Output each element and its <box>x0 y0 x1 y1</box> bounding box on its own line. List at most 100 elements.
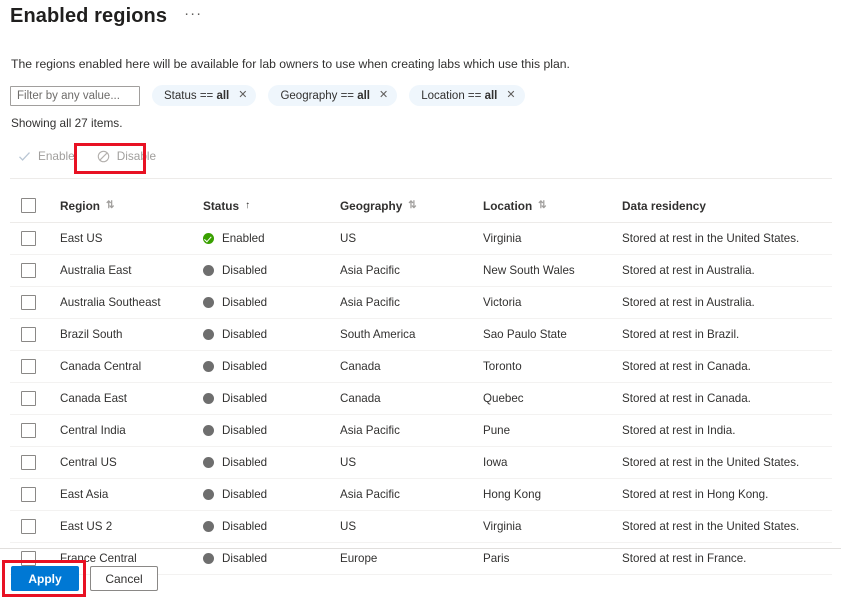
footer-separator <box>0 548 841 549</box>
filter-pill-geography-close-icon[interactable]: ✕ <box>379 90 388 101</box>
cell-data-residency: Stored at rest in India. <box>622 414 832 447</box>
select-all-checkbox[interactable] <box>21 198 36 213</box>
row-select-cell <box>10 254 60 287</box>
row-select-cell <box>10 478 60 511</box>
column-header-status[interactable]: Status ↑ <box>203 190 340 223</box>
table-header-row: Region ⇅ Status ↑ Geography ⇅ Location ⇅… <box>10 190 832 223</box>
column-header-location[interactable]: Location ⇅ <box>483 190 622 223</box>
cell-status: Disabled <box>203 286 340 319</box>
sort-icon-geography[interactable]: ⇅ <box>408 200 416 211</box>
row-checkbox[interactable] <box>21 263 36 278</box>
table-row[interactable]: Brazil South Disabled South America Sao Pau… <box>10 318 832 351</box>
table-row[interactable]: East US Enabled US Virginia Stored at rest i… <box>10 222 832 255</box>
row-checkbox[interactable] <box>21 455 36 470</box>
sort-icon-region[interactable]: ⇅ <box>106 200 114 211</box>
filter-pill-status[interactable]: Status == all ✕ <box>152 85 257 106</box>
row-select-cell <box>10 318 60 351</box>
status-badge: Disabled <box>222 360 268 373</box>
apply-button[interactable]: Apply <box>11 566 79 591</box>
table-body: East US Enabled US Virginia Stored at rest i… <box>10 222 832 575</box>
sort-icon-status[interactable]: ↑ <box>245 200 250 211</box>
cell-data-residency: Stored at rest in Hong Kong. <box>622 478 832 511</box>
disable-button-label: Disable <box>116 149 157 163</box>
row-checkbox[interactable] <box>21 391 36 406</box>
filter-input[interactable] <box>10 85 140 106</box>
filter-pill-location[interactable]: Location == all ✕ <box>409 85 525 106</box>
table-row[interactable]: Canada Central Disabled Canada Toronto Store… <box>10 350 832 383</box>
cell-location: Iowa <box>483 446 622 479</box>
enable-button[interactable]: Enable <box>10 146 83 166</box>
cell-status: Disabled <box>203 350 340 383</box>
cell-status: Disabled <box>203 414 340 447</box>
more-options-icon[interactable]: ··· <box>181 5 205 28</box>
row-checkbox[interactable] <box>21 359 36 374</box>
cell-status: Disabled <box>203 478 340 511</box>
cell-data-residency: Stored at rest in the United States. <box>622 446 832 479</box>
cell-data-residency: Stored at rest in the United States. <box>622 222 832 255</box>
column-header-geography[interactable]: Geography ⇅ <box>340 190 483 223</box>
column-header-data-residency-label: Data residency <box>622 198 706 213</box>
status-disabled-icon <box>203 297 214 308</box>
table-row[interactable]: Central India Disabled Asia Pacific Pune Sto… <box>10 414 832 447</box>
cell-status: Enabled <box>203 222 340 255</box>
cell-location: Pune <box>483 414 622 447</box>
row-checkbox[interactable] <box>21 295 36 310</box>
cell-region: East US <box>60 222 203 255</box>
cell-location: Virginia <box>483 222 622 255</box>
table-row[interactable]: East Asia Disabled Asia Pacific Hong Kong St… <box>10 478 832 511</box>
column-header-geography-label: Geography <box>340 198 403 213</box>
row-checkbox[interactable] <box>21 519 36 534</box>
row-checkbox[interactable] <box>21 551 36 566</box>
status-enabled-icon <box>203 233 214 244</box>
cell-location: Sao Paulo State <box>483 318 622 351</box>
cell-data-residency: Stored at rest in the United States. <box>622 510 832 543</box>
row-checkbox[interactable] <box>21 231 36 246</box>
table-row[interactable]: Australia Southeast Disabled Asia Pacific V… <box>10 286 832 319</box>
table-row[interactable]: Canada East Disabled Canada Quebec Stored at… <box>10 382 832 415</box>
cell-geography: Asia Pacific <box>340 254 483 287</box>
column-header-status-label: Status <box>203 198 240 213</box>
cell-region: Canada East <box>60 382 203 415</box>
cell-status: Disabled <box>203 382 340 415</box>
regions-table: Region ⇅ Status ↑ Geography ⇅ Location ⇅… <box>10 190 832 575</box>
column-header-location-label: Location <box>483 198 533 213</box>
cell-region: East US 2 <box>60 510 203 543</box>
status-badge: Disabled <box>222 520 268 533</box>
cell-geography: Asia Pacific <box>340 286 483 319</box>
table-row[interactable]: Australia East Disabled Asia Pacific New So… <box>10 254 832 287</box>
row-select-cell <box>10 350 60 383</box>
table-row[interactable]: East US 2 Disabled US Virginia Stored at res… <box>10 510 832 543</box>
status-badge: Enabled <box>222 232 265 245</box>
cell-geography: Asia Pacific <box>340 414 483 447</box>
status-badge: Disabled <box>222 392 268 405</box>
cell-data-residency: Stored at rest in Canada. <box>622 382 832 415</box>
filter-pill-status-close-icon[interactable]: ✕ <box>238 90 247 101</box>
status-badge: Disabled <box>222 328 268 341</box>
cell-geography: US <box>340 222 483 255</box>
status-badge: Disabled <box>222 552 268 565</box>
cell-status: Disabled <box>203 446 340 479</box>
cell-location: Toronto <box>483 350 622 383</box>
status-disabled-icon <box>203 265 214 276</box>
table-row[interactable]: Central US Disabled US Iowa Stored at rest i… <box>10 446 832 479</box>
row-select-cell <box>10 414 60 447</box>
row-checkbox[interactable] <box>21 487 36 502</box>
command-bar: Enable Disable <box>10 146 164 166</box>
filter-pill-geography-label: Geography == all <box>280 89 371 102</box>
cell-region: Australia Southeast <box>60 286 203 319</box>
cell-location: Victoria <box>483 286 622 319</box>
page-title: Enabled regions <box>10 5 168 27</box>
cell-data-residency: Stored at rest in Canada. <box>622 350 832 383</box>
column-header-region[interactable]: Region ⇅ <box>60 190 203 223</box>
filter-pill-location-close-icon[interactable]: ✕ <box>506 90 515 101</box>
row-select-cell <box>10 510 60 543</box>
status-disabled-icon <box>203 425 214 436</box>
disable-button[interactable]: Disable <box>89 146 164 166</box>
cell-geography: South America <box>340 318 483 351</box>
filter-pill-geography[interactable]: Geography == all ✕ <box>268 85 398 106</box>
sort-icon-location[interactable]: ⇅ <box>538 200 546 211</box>
row-checkbox[interactable] <box>21 327 36 342</box>
cell-data-residency: Stored at rest in Australia. <box>622 286 832 319</box>
row-checkbox[interactable] <box>21 423 36 438</box>
cancel-button[interactable]: Cancel <box>90 566 158 591</box>
